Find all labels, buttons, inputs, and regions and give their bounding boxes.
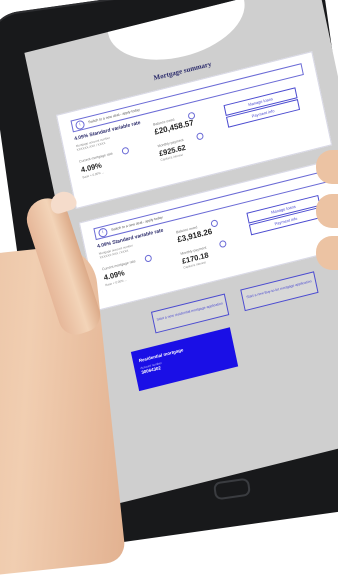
right-finger [316, 150, 338, 184]
start-residential-application-button[interactable]: Start a new residential mortgage applica… [150, 293, 230, 334]
info-icon: i [97, 226, 109, 238]
rate-info-icon[interactable] [144, 254, 153, 263]
monthly-info-icon[interactable] [195, 132, 205, 141]
residential-mortgage-tile[interactable]: Residential mortgage Account number 3006… [130, 327, 239, 392]
monthly-info-icon[interactable] [218, 239, 227, 249]
right-finger [316, 236, 338, 270]
right-finger [316, 194, 338, 228]
start-btl-application-button[interactable]: Start a new Buy-to-let mortgage applicat… [240, 271, 319, 312]
info-icon: i [74, 119, 86, 130]
photo-scene: Mortgage summary i Switch to a new deal … [0, 0, 338, 577]
rate-info-icon[interactable] [121, 146, 130, 156]
